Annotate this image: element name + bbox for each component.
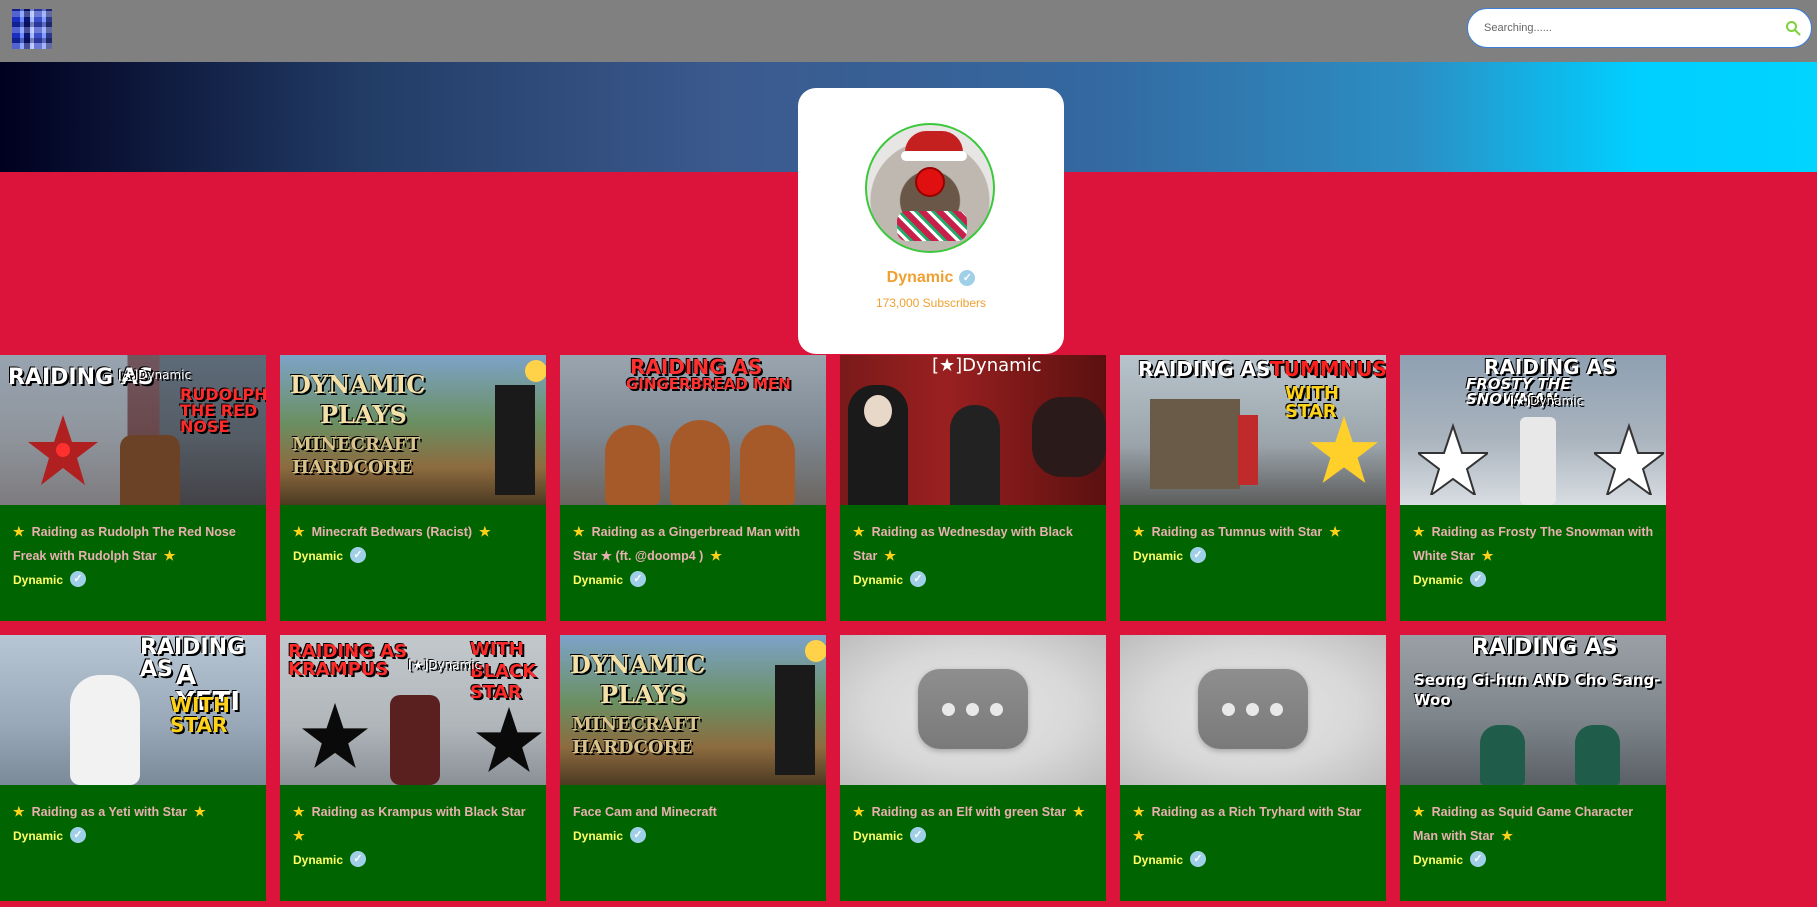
verified-icon: ✓ bbox=[350, 851, 367, 867]
video-title[interactable]: Minecraft Bedwars (Racist) bbox=[312, 525, 472, 539]
verified-icon: ✓ bbox=[630, 571, 647, 587]
video-thumbnail[interactable]: RAIDING AS A YETI WITH STAR bbox=[0, 635, 266, 785]
video-channel[interactable]: Dynamic ✓ bbox=[13, 827, 87, 843]
verified-icon: ✓ bbox=[1190, 851, 1207, 867]
profile-card: Dynamic ✓ 173,000 Subscribers bbox=[798, 88, 1064, 354]
video-placeholder-icon bbox=[918, 669, 1028, 749]
verified-icon: ✓ bbox=[910, 827, 927, 843]
video-title[interactable]: Raiding as Rudolph The Red Nose Freak wi… bbox=[13, 525, 236, 563]
video-title[interactable]: Raiding as an Elf with green Star bbox=[872, 805, 1066, 819]
verified-icon: ✓ bbox=[70, 571, 87, 587]
verified-icon: ✓ bbox=[70, 827, 87, 843]
verified-icon: ✓ bbox=[350, 547, 367, 563]
video-channel[interactable]: Dynamic ✓ bbox=[853, 571, 927, 587]
video-thumbnail[interactable] bbox=[840, 635, 1106, 785]
video-card[interactable]: RAIDING AS FROSTY THE SNOWMAN [★]Dynamic… bbox=[1400, 355, 1666, 621]
avatar[interactable] bbox=[865, 123, 995, 253]
video-title[interactable]: Raiding as a Gingerbread Man with Star ★… bbox=[573, 525, 800, 563]
video-channel[interactable]: Dynamic ✓ bbox=[1413, 851, 1487, 867]
video-channel[interactable]: Dynamic ✓ bbox=[13, 571, 87, 587]
video-channel[interactable]: Dynamic ✓ bbox=[573, 571, 647, 587]
verified-icon: ✓ bbox=[1470, 571, 1487, 587]
video-channel[interactable]: Dynamic ✓ bbox=[1133, 547, 1207, 563]
site-logo-icon[interactable] bbox=[12, 9, 52, 49]
video-thumbnail[interactable]: RAIDING AS TUMMNUS WITH STAR bbox=[1120, 355, 1386, 505]
video-thumbnail[interactable]: RAIDING AS Seong Gi-hun AND Cho Sang-Woo bbox=[1400, 635, 1666, 785]
video-thumbnail[interactable]: RAIDING AS KRAMPUS WITH BLACK STAR [★]Dy… bbox=[280, 635, 546, 785]
video-thumbnail[interactable]: RAIDING AS FROSTY THE SNOWMAN [★]Dynamic bbox=[1400, 355, 1666, 505]
video-channel[interactable]: Dynamic ✓ bbox=[293, 851, 367, 867]
channel-name[interactable]: Dynamic bbox=[887, 269, 954, 286]
verified-icon: ✓ bbox=[1470, 851, 1487, 867]
channel-name-row: Dynamic ✓ bbox=[798, 269, 1064, 287]
video-thumbnail[interactable]: RAIDING AS GINGERBREAD MEN bbox=[560, 355, 826, 505]
video-card[interactable]: DYNAMIC PLAYS MINECRAFT HARDCORE Face Ca… bbox=[560, 635, 826, 901]
video-card[interactable]: ★ Raiding as an Elf with green Star ★ Dy… bbox=[840, 635, 1106, 901]
verified-icon: ✓ bbox=[1190, 547, 1207, 563]
video-card[interactable]: RAIDING AS A YETI WITH STAR ★ Raiding as… bbox=[0, 635, 266, 901]
video-channel[interactable]: Dynamic ✓ bbox=[853, 827, 927, 843]
verified-icon: ✓ bbox=[630, 827, 647, 843]
video-channel[interactable]: Dynamic ✓ bbox=[573, 827, 647, 843]
video-card[interactable]: RAIDING AS GINGERBREAD MEN ★ Raiding as … bbox=[560, 355, 826, 621]
video-title[interactable]: Face Cam and Minecraft bbox=[573, 805, 717, 819]
video-channel[interactable]: Dynamic ✓ bbox=[293, 547, 367, 563]
video-title[interactable]: Raiding as Squid Game Character Man with… bbox=[1413, 805, 1633, 843]
verified-icon: ✓ bbox=[959, 270, 976, 286]
video-thumbnail[interactable] bbox=[1120, 635, 1386, 785]
video-title[interactable]: Raiding as Frosty The Snowman with White… bbox=[1413, 525, 1653, 563]
video-title[interactable]: Raiding as a Yeti with Star bbox=[32, 805, 187, 819]
video-card[interactable]: RAIDING AS Seong Gi-hun AND Cho Sang-Woo… bbox=[1400, 635, 1666, 901]
video-card[interactable]: [★]Dynamic ★ Raiding as Wednesday with B… bbox=[840, 355, 1106, 621]
search-input[interactable] bbox=[1484, 18, 1764, 38]
search-icon[interactable] bbox=[1785, 20, 1801, 36]
video-title[interactable]: Raiding as Tumnus with Star bbox=[1152, 525, 1323, 539]
video-thumbnail[interactable]: DYNAMIC PLAYS MINECRAFT HARDCORE bbox=[560, 635, 826, 785]
video-title[interactable]: Raiding as Krampus with Black Star bbox=[312, 805, 526, 819]
top-bar bbox=[0, 0, 1817, 62]
video-channel[interactable]: Dynamic ✓ bbox=[1413, 571, 1487, 587]
video-card[interactable]: RAIDING AS TUMMNUS WITH STAR ★ Raiding a… bbox=[1120, 355, 1386, 621]
subscriber-count: 173,000 Subscribers bbox=[875, 296, 987, 310]
video-channel[interactable]: Dynamic ✓ bbox=[1133, 851, 1207, 867]
video-card[interactable]: DYNAMIC PLAYS MINECRAFT HARDCORE ★ Minec… bbox=[280, 355, 546, 621]
search-box bbox=[1467, 8, 1812, 48]
video-card[interactable]: RAIDING AS [★]Dynamic RUDOLPH THE RED NO… bbox=[0, 355, 266, 621]
video-thumbnail[interactable]: [★]Dynamic bbox=[840, 355, 1106, 505]
video-card[interactable]: ★ Raiding as a Rich Tryhard with Star ★ … bbox=[1120, 635, 1386, 901]
video-placeholder-icon bbox=[1198, 669, 1308, 749]
verified-icon: ✓ bbox=[910, 571, 927, 587]
video-thumbnail[interactable]: RAIDING AS [★]Dynamic RUDOLPH THE RED NO… bbox=[0, 355, 266, 505]
video-title[interactable]: Raiding as a Rich Tryhard with Star bbox=[1152, 805, 1362, 819]
video-thumbnail[interactable]: DYNAMIC PLAYS MINECRAFT HARDCORE bbox=[280, 355, 546, 505]
video-card[interactable]: RAIDING AS KRAMPUS WITH BLACK STAR [★]Dy… bbox=[280, 635, 546, 901]
